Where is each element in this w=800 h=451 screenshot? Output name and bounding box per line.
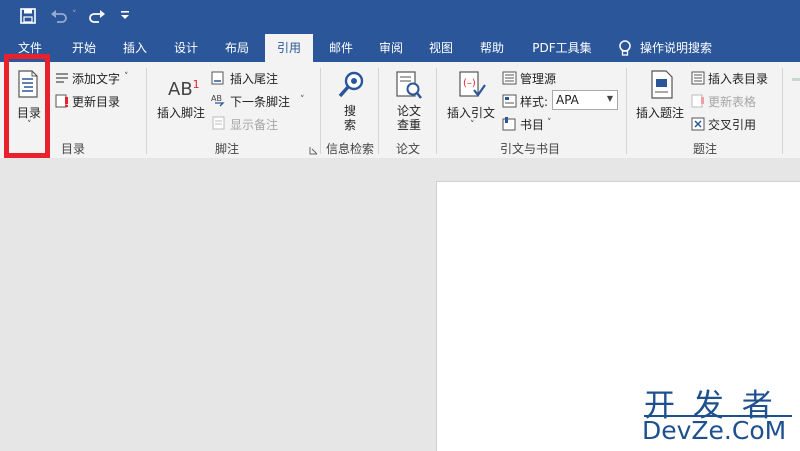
insert-endnote-icon[interactable] xyxy=(211,71,226,88)
chevron-down-icon[interactable]: ˅ xyxy=(547,118,552,128)
bibliography-button[interactable]: 书目 xyxy=(520,116,544,133)
insert-tof-button[interactable]: 插入表目录 xyxy=(708,70,768,87)
chevron-down-icon[interactable]: ˅ xyxy=(470,120,475,130)
redo-icon[interactable] xyxy=(88,8,106,27)
title-bar: ˅ xyxy=(0,0,800,34)
tab-help[interactable]: 帮助 xyxy=(470,34,514,62)
insert-caption-icon[interactable] xyxy=(650,70,674,103)
dialog-launcher-icon[interactable] xyxy=(309,144,318,158)
bibliography-icon[interactable] xyxy=(502,117,517,134)
manage-sources-icon[interactable] xyxy=(502,71,517,88)
update-table-button: 更新表格 xyxy=(708,95,757,109)
show-notes-icon xyxy=(212,116,226,133)
footnote-ab-superscript: 1 xyxy=(192,78,200,91)
update-table-icon[interactable] xyxy=(55,94,69,111)
add-text-icon[interactable] xyxy=(55,72,69,88)
footnote-ab-glyph: AB xyxy=(168,79,193,100)
undo-dropdown-icon[interactable]: ˅ xyxy=(72,10,77,20)
footnote-ab-icon: AB1 xyxy=(168,78,200,100)
show-notes-button: 显示备注 xyxy=(230,118,279,132)
ribbon-tabs: 文件 开始 插入 设计 布局 引用 邮件 审阅 视图 帮助 PDF工具集 操作说… xyxy=(0,34,800,62)
insert-caption-button[interactable]: 插入题注 xyxy=(636,104,684,121)
svg-text:(–): (–) xyxy=(463,78,476,89)
insert-citation-icon[interactable]: (–) xyxy=(457,70,487,103)
insert-citation-button[interactable]: 插入引文 xyxy=(447,104,495,121)
tab-insert[interactable]: 插入 xyxy=(113,34,157,62)
search-button[interactable]: 搜索 xyxy=(344,104,358,132)
style-label: 样式: xyxy=(520,95,549,109)
search-icon[interactable] xyxy=(336,70,366,103)
next-footnote-button[interactable]: 下一条脚注 xyxy=(230,93,290,110)
tab-review[interactable]: 审阅 xyxy=(369,34,413,62)
group-label-research: 信息检索 xyxy=(325,142,374,156)
undo-icon[interactable] xyxy=(50,8,68,27)
tab-references[interactable]: 引用 xyxy=(265,34,313,62)
cross-reference-icon[interactable] xyxy=(691,117,705,134)
manage-sources-button[interactable]: 管理源 xyxy=(520,70,556,87)
style-icon xyxy=(502,94,517,111)
next-footnote-icon[interactable]: AB xyxy=(211,93,227,110)
style-dropdown[interactable]: APA ▼ xyxy=(552,90,618,110)
tab-layout[interactable]: 布局 xyxy=(215,34,259,62)
highlight-box xyxy=(4,54,50,158)
tab-mailings[interactable]: 邮件 xyxy=(319,34,363,62)
insert-tof-icon[interactable] xyxy=(691,71,705,88)
group-label-toc: 目录 xyxy=(60,142,85,156)
group-label-citations: 引文与书目 xyxy=(499,142,560,156)
group-label-footnotes: 脚注 xyxy=(214,142,239,156)
insert-endnote-button[interactable]: 插入尾注 xyxy=(230,70,278,87)
thesis-check-label: 论文查重 xyxy=(396,104,421,132)
svg-text:AB: AB xyxy=(211,94,222,103)
save-icon[interactable] xyxy=(20,8,36,27)
tab-pdf-tools[interactable]: PDF工具集 xyxy=(524,34,600,62)
thesis-check-icon[interactable] xyxy=(395,70,423,103)
tab-home[interactable]: 开始 xyxy=(62,34,106,62)
chevron-down-icon[interactable]: ˅ xyxy=(300,95,305,105)
tab-design[interactable]: 设计 xyxy=(164,34,208,62)
thesis-check-button[interactable]: 论文查重 xyxy=(396,104,422,132)
add-text-button[interactable]: 添加文字 xyxy=(72,70,120,87)
insert-footnote-button[interactable]: 插入脚注 xyxy=(157,104,205,121)
group-label-captions: 题注 xyxy=(692,142,717,156)
customize-icon[interactable] xyxy=(120,8,130,25)
update-table-button[interactable]: 更新目录 xyxy=(72,93,120,110)
tell-me-search[interactable]: 操作说明搜索 xyxy=(640,34,724,62)
lightbulb-icon[interactable] xyxy=(618,40,632,60)
cross-reference-button[interactable]: 交叉引用 xyxy=(708,116,756,133)
chevron-down-icon: ▼ xyxy=(606,94,613,103)
search-button-label: 搜索 xyxy=(344,104,357,132)
tab-view[interactable]: 视图 xyxy=(419,34,463,62)
watermark-line2: DevZe.CoM xyxy=(642,416,787,445)
style-dropdown-value: APA xyxy=(556,93,579,107)
update-table-icon xyxy=(691,94,705,111)
group-label-thesis: 论文 xyxy=(395,142,420,156)
more-icon xyxy=(792,78,800,81)
chevron-down-icon[interactable]: ˅ xyxy=(124,72,129,82)
